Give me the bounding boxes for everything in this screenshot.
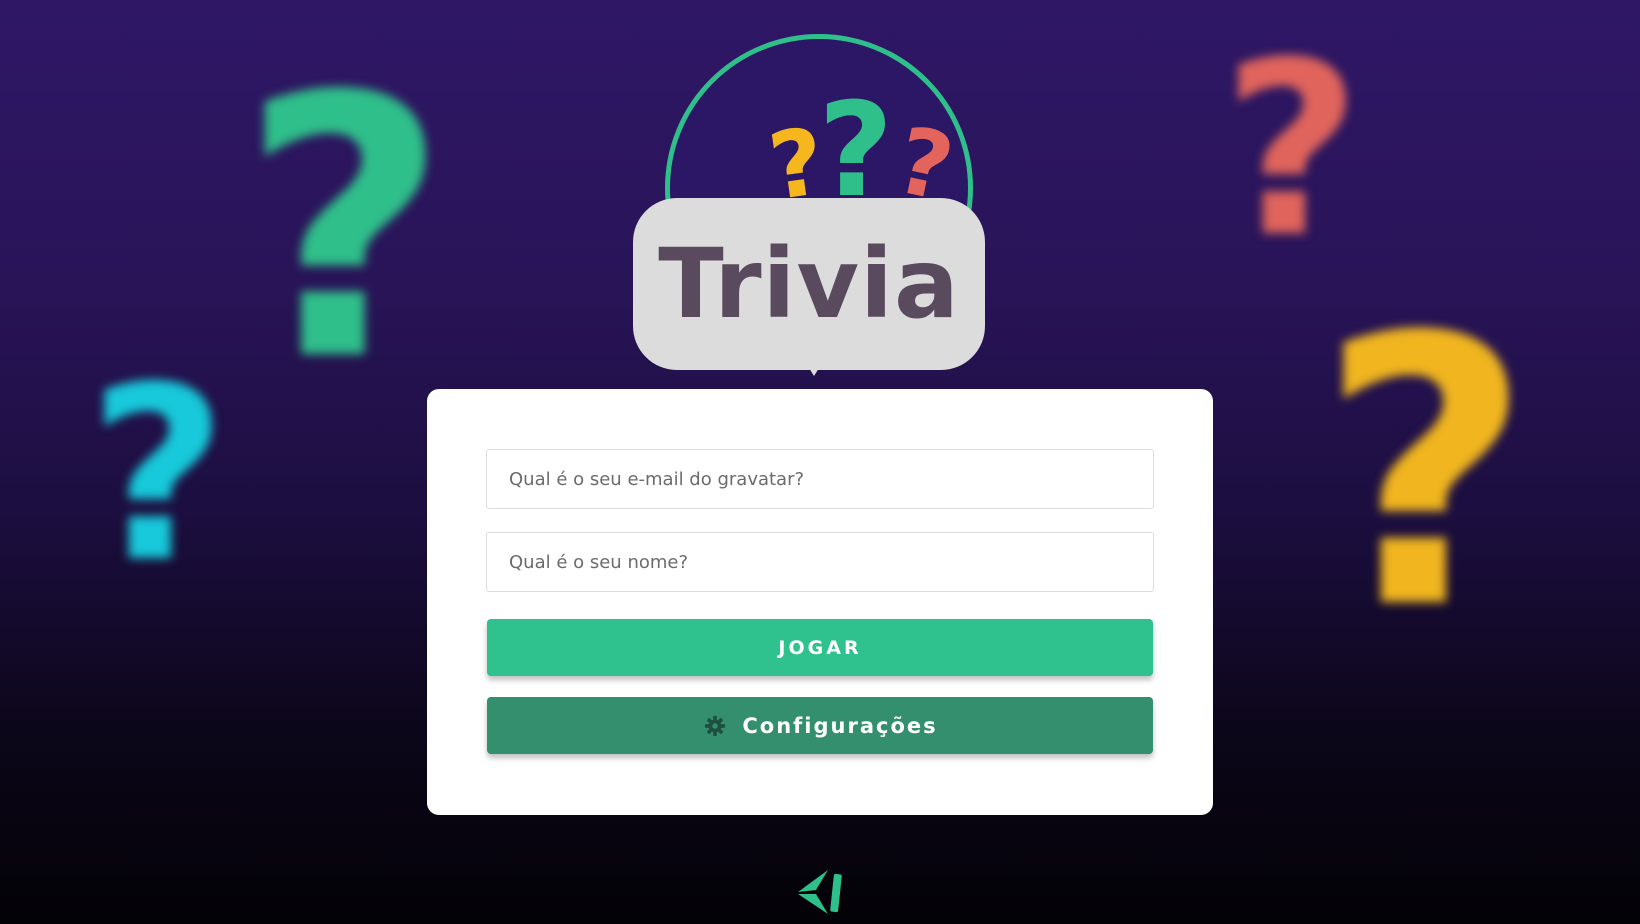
play-button[interactable]: JOGAR: [487, 619, 1153, 676]
decorative-question-mark-green: ?: [240, 20, 449, 439]
play-button-label: JOGAR: [778, 636, 862, 659]
player-name-input[interactable]: [486, 532, 1154, 592]
decorative-question-mark-cyan: ?: [88, 335, 228, 615]
logo-badge: Trivia: [633, 198, 985, 370]
gear-icon: [702, 713, 728, 739]
login-card: JOGAR Configurações: [427, 389, 1213, 815]
trivia-logo: ? ? ? Trivia: [633, 30, 1007, 376]
brand-logo-icon: [794, 866, 846, 918]
settings-button[interactable]: Configurações: [487, 697, 1153, 754]
decorative-question-mark-yellow: ?: [1318, 260, 1533, 690]
logo-badge-tail: [809, 368, 819, 376]
logo-question-mark-green: ?: [818, 74, 894, 226]
gravatar-email-input[interactable]: [486, 449, 1154, 509]
logo-title: Trivia: [658, 228, 960, 340]
settings-button-label: Configurações: [742, 713, 938, 738]
decorative-question-mark-red: ?: [1222, 10, 1362, 290]
